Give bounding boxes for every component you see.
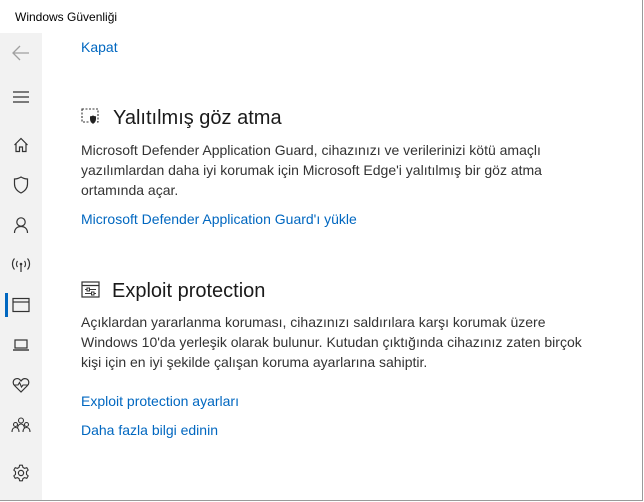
sidebar-item-family-options[interactable]: [0, 405, 42, 445]
exploit-protection-icon: [81, 281, 101, 304]
exploit-protection-heading: Exploit protection: [112, 280, 266, 302]
person-icon: [13, 216, 29, 234]
wireless-icon: [11, 257, 31, 273]
shield-icon: [13, 176, 29, 194]
title-bar[interactable]: Windows Güvenliği: [0, 0, 642, 33]
sidebar: [0, 33, 42, 500]
sidebar-item-firewall[interactable]: [0, 245, 42, 285]
app-browser-icon: [12, 297, 30, 313]
isolated-browsing-description: Microsoft Defender Application Guard, ci…: [81, 142, 542, 198]
learn-more-link[interactable]: Daha fazla bilgi edinin: [81, 422, 218, 438]
sidebar-item-account-protection[interactable]: [0, 205, 42, 245]
sidebar-item-virus-protection[interactable]: [0, 165, 42, 205]
family-icon: [11, 417, 31, 433]
gear-icon: [12, 464, 30, 482]
sidebar-item-device-security[interactable]: [0, 325, 42, 365]
exploit-protection-description: Açıklardan yararlanma koruması, cihazını…: [81, 314, 582, 370]
hamburger-menu-icon: [12, 90, 30, 104]
isolated-browsing-heading: Yalıtılmış göz atma: [113, 107, 282, 129]
home-icon: [13, 137, 29, 153]
app-window: Windows Güvenliği Kapat Yalıtılmış göz a…: [0, 0, 643, 501]
heart-pulse-icon: [12, 377, 30, 393]
sidebar-item-home[interactable]: [0, 125, 42, 165]
menu-button[interactable]: [0, 77, 42, 117]
install-application-guard-link[interactable]: Microsoft Defender Application Guard'ı y…: [81, 211, 357, 227]
settings-button[interactable]: [0, 453, 42, 493]
laptop-icon: [12, 338, 30, 352]
main-content: Kapat Yalıtılmış göz atma Microsoft Defe…: [42, 33, 642, 500]
exploit-protection-settings-link[interactable]: Exploit protection ayarları: [81, 393, 239, 409]
back-arrow-icon: [12, 45, 30, 61]
sidebar-item-device-health[interactable]: [0, 365, 42, 405]
isolated-browsing-icon: [81, 108, 101, 131]
back-button[interactable]: [0, 33, 42, 73]
close-link[interactable]: Kapat: [81, 39, 118, 55]
sidebar-item-app-browser-control[interactable]: [0, 285, 42, 325]
window-title: Windows Güvenliği: [15, 10, 118, 24]
